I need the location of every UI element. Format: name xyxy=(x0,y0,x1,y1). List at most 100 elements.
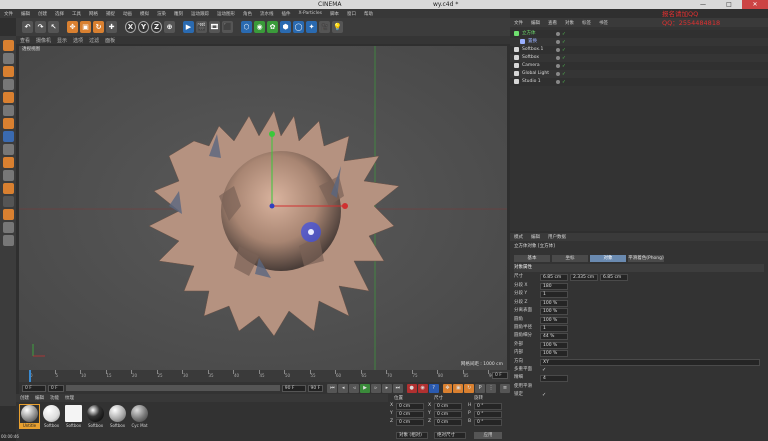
menu-item-1[interactable]: 编辑 xyxy=(21,11,30,17)
left-tool-5[interactable] xyxy=(3,105,14,116)
toolbar-button-17[interactable]: ✿ xyxy=(267,21,278,33)
object-name[interactable]: Camera xyxy=(522,62,540,70)
attribute-tab-3[interactable]: 平滑着色(Phong) xyxy=(628,255,664,262)
object-name[interactable]: Studio 1 xyxy=(522,78,541,86)
left-tool-0[interactable] xyxy=(3,40,14,51)
next-key-button[interactable]: ▸ xyxy=(381,383,392,393)
object-menu-item-3[interactable]: 对象 xyxy=(565,20,574,26)
start-frame-field[interactable]: 0 F xyxy=(22,384,46,392)
menu-item-4[interactable]: 工具 xyxy=(72,11,81,17)
viewport-menu-item-2[interactable]: 显示 xyxy=(57,37,67,44)
object-row[interactable]: Softbox ✓ xyxy=(510,54,768,62)
attribute-checkbox[interactable]: ✓ xyxy=(542,367,546,373)
material-swatch[interactable]: Softbox xyxy=(42,405,61,428)
menu-item-11[interactable]: 运动跟踪 xyxy=(191,11,209,17)
object-menu-item-2[interactable]: 查看 xyxy=(548,20,557,26)
coord-rot-field[interactable]: 0 ° xyxy=(474,419,502,426)
toolbar-button-14[interactable]: ⬛ xyxy=(222,21,233,33)
last-frame-button[interactable]: ⏭ xyxy=(392,383,403,393)
menu-item-5[interactable]: 网格 xyxy=(89,11,98,17)
visibility-dots[interactable] xyxy=(556,72,560,76)
object-menu-item-1[interactable]: 编辑 xyxy=(531,20,540,26)
menu-item-12[interactable]: 运动图形 xyxy=(217,11,235,17)
attribute-field[interactable]: 100 % xyxy=(540,350,568,358)
keyframe-select-button[interactable]: ? xyxy=(428,383,439,393)
material-swatch[interactable]: Untitle xyxy=(19,404,40,429)
key-scale-button[interactable]: ▣ xyxy=(453,383,464,393)
toolbar-button-18[interactable]: ⬢ xyxy=(280,21,291,33)
toolbar-button-3[interactable]: ✥ xyxy=(67,21,78,33)
material-swatch[interactable]: Softbox xyxy=(108,405,127,428)
enabled-check[interactable]: ✓ xyxy=(562,79,566,87)
object-menu-item-0[interactable]: 文件 xyxy=(514,20,523,26)
object-row[interactable]: Softbox.1 ✓ xyxy=(510,46,768,54)
coord-size-field[interactable]: 0 cm xyxy=(434,403,462,410)
toolbar-button-11[interactable]: ▶ xyxy=(183,21,194,33)
attribute-field[interactable]: 180 xyxy=(540,283,568,290)
left-tool-9[interactable] xyxy=(3,157,14,168)
maximize-button[interactable]: □ xyxy=(716,0,742,9)
object-row[interactable]: Studio 1 ✓ xyxy=(510,78,768,86)
menu-item-9[interactable]: 渲染 xyxy=(157,11,166,17)
attribute-field[interactable]: 44 % xyxy=(540,333,568,341)
menu-item-6[interactable]: 捕捉 xyxy=(106,11,115,17)
prev-key-button[interactable]: ◂ xyxy=(338,383,349,393)
toolbar-button-1[interactable]: ↷ xyxy=(35,21,46,33)
toolbar-button-8[interactable]: Y xyxy=(138,21,149,33)
menu-item-8[interactable]: 模拟 xyxy=(140,11,149,17)
material-swatch[interactable]: Softbox xyxy=(86,405,105,428)
left-tool-2[interactable] xyxy=(3,66,14,77)
left-tool-1[interactable] xyxy=(3,53,14,64)
object-name[interactable]: Softbox xyxy=(522,54,539,62)
material-swatch[interactable]: Cyc Mat xyxy=(130,405,149,428)
toolbar-button-19[interactable]: ◯ xyxy=(293,21,304,33)
menu-item-0[interactable]: 文件 xyxy=(4,11,13,17)
attribute-field[interactable]: 100 % xyxy=(540,299,568,307)
attribute-tab-2[interactable]: 对象 xyxy=(590,255,626,262)
attribute-tab-0[interactable]: 基本 xyxy=(514,255,550,262)
toolbar-button-9[interactable]: Z xyxy=(151,21,162,33)
viewport-menu-item-5[interactable]: 面板 xyxy=(105,37,115,44)
size-z-field[interactable]: 6.85 cm xyxy=(600,274,628,281)
left-tool-3[interactable] xyxy=(3,79,14,90)
first-frame-button[interactable]: ⏮ xyxy=(327,383,338,393)
menu-item-18[interactable]: 窗口 xyxy=(347,11,356,17)
visibility-dots[interactable] xyxy=(556,80,560,84)
toolbar-button-2[interactable]: ↖ xyxy=(48,21,59,33)
key-pos-button[interactable]: ✥ xyxy=(442,383,453,393)
toolbar-button-13[interactable]: 🎞 xyxy=(209,21,220,33)
left-tool-4[interactable] xyxy=(3,92,14,103)
attribute-menu-item-0[interactable]: 模式 xyxy=(514,234,523,240)
attribute-menu-item-2[interactable]: 用户数据 xyxy=(548,234,566,240)
left-tool-8[interactable] xyxy=(3,144,14,155)
visibility-dots[interactable] xyxy=(556,48,560,52)
material-swatch[interactable]: Softbox xyxy=(64,405,83,428)
coord-size-mode-select[interactable]: 绝对尺寸 xyxy=(434,432,466,439)
max-frame-field[interactable]: 90 F xyxy=(281,384,306,392)
size-y-field[interactable]: 2.335 cm xyxy=(570,274,598,281)
coord-pos-field[interactable]: 0 cm xyxy=(396,419,424,426)
toolbar-button-10[interactable]: ⊕ xyxy=(164,21,175,33)
visibility-dots[interactable] xyxy=(556,40,560,44)
object-row[interactable]: Global Light ✓ xyxy=(510,70,768,78)
toolbar-button-15[interactable]: ⬡ xyxy=(241,21,252,33)
record-button[interactable]: ● xyxy=(406,383,417,393)
toolbar-button-7[interactable]: X xyxy=(125,21,136,33)
menu-item-7[interactable]: 动画 xyxy=(123,11,132,17)
coord-rot-field[interactable]: 0 ° xyxy=(474,411,502,418)
menu-item-17[interactable]: 脚本 xyxy=(330,11,339,17)
material-menu-item-1[interactable]: 编辑 xyxy=(35,395,44,401)
object-row[interactable]: 立方体 ✓ xyxy=(510,30,768,38)
viewport-menu-item-1[interactable]: 摄像机 xyxy=(36,37,51,44)
toolbar-button-12[interactable]: 🎬 xyxy=(196,21,207,33)
material-menu-item-2[interactable]: 功能 xyxy=(50,395,59,401)
visibility-dots[interactable] xyxy=(556,64,560,68)
material-menu-item-0[interactable]: 创建 xyxy=(20,395,29,401)
autokey-button[interactable]: ◉ xyxy=(417,383,428,393)
toolbar-button-0[interactable]: ↶ xyxy=(22,21,33,33)
menu-item-14[interactable]: 流水线 xyxy=(260,11,274,17)
attribute-menu-item-1[interactable]: 编辑 xyxy=(531,234,540,240)
left-tool-15[interactable] xyxy=(3,235,14,246)
coord-size-field[interactable]: 0 cm xyxy=(434,419,462,426)
play-button[interactable]: ▶ xyxy=(360,383,371,393)
